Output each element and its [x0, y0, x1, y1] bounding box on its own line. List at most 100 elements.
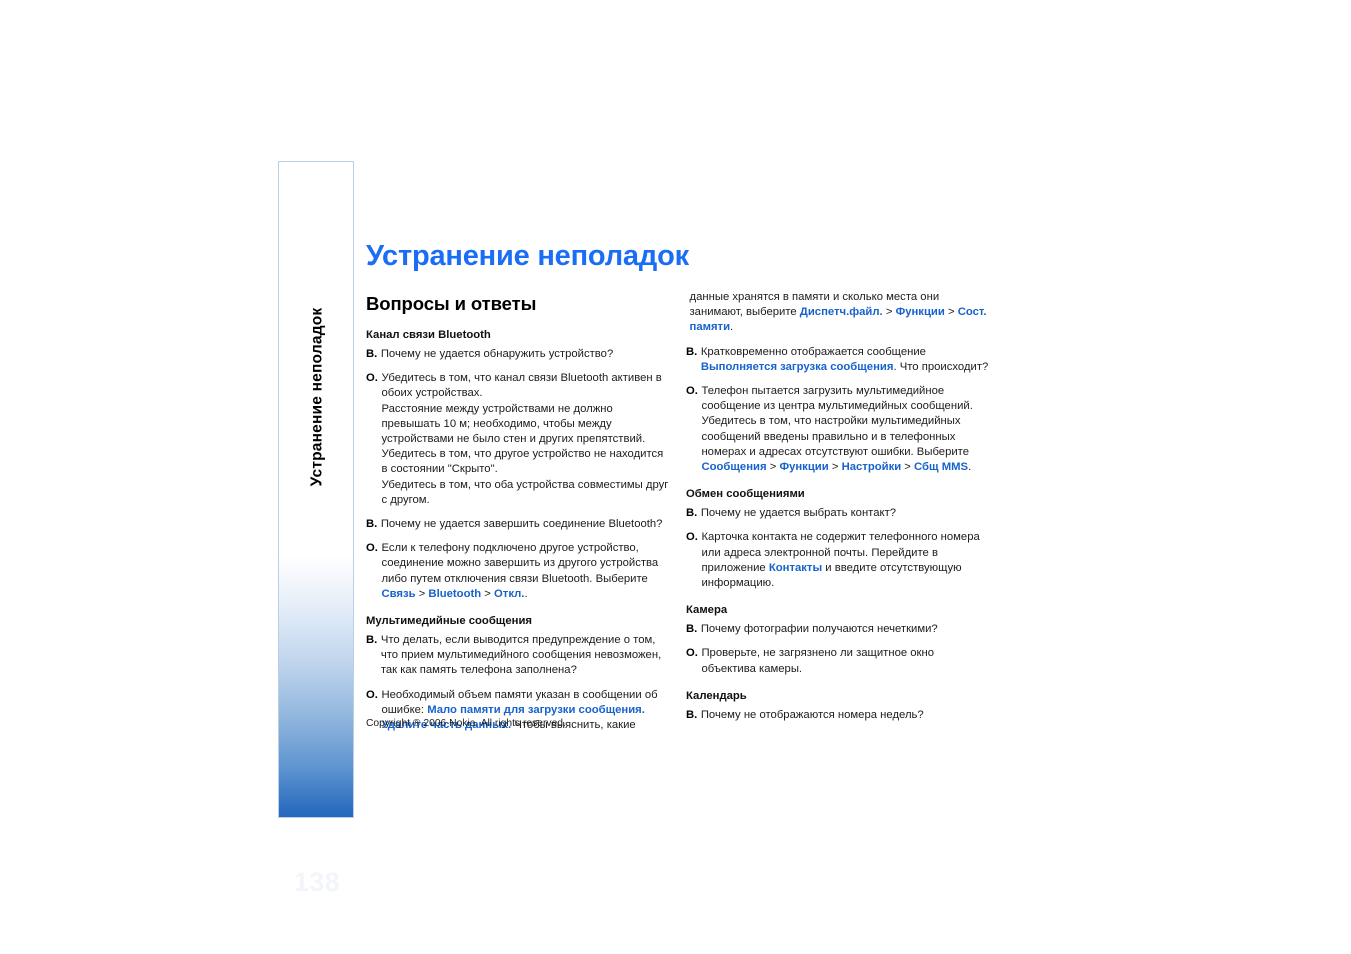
text-run: Почему не отображаются номера недель? — [700, 708, 924, 721]
chapter-tab-label-text: Устранение неполадок — [308, 307, 326, 487]
qa-item: В. Почему не удается завершить соединение… — [366, 517, 671, 532]
right-column-groups: данные хранятся в памяти и сколько места… — [686, 290, 991, 723]
qa-paragraph: Почему не отображаются номера недель? — [701, 708, 991, 723]
qa-paragraph: Убедитесь в том, что другое устройство н… — [381, 447, 671, 477]
qa-marker: О. — [686, 531, 698, 544]
text-run: . — [730, 321, 734, 334]
page-content: Устранение неполадок Вопросы и ответы Ка… — [366, 161, 1006, 821]
chapter-tab: Устранение неполадок 138 — [278, 161, 355, 897]
qa-paragraph: Если к телефону подключено другое устрой… — [381, 541, 671, 602]
qa-paragraph: Телефон пытается загрузить мультимедийно… — [701, 384, 991, 475]
qa-text: данные хранятся в памяти и сколько места… — [690, 290, 992, 336]
text-run: > — [828, 461, 842, 474]
ui-reference-link[interactable]: Откл. — [494, 588, 524, 600]
qa-marker: О. — [366, 542, 378, 555]
qa-text: Карточка контакта не содержит телефонног… — [701, 530, 991, 591]
text-run: . — [968, 461, 972, 474]
qa-paragraph: Что делать, если выводится предупреждени… — [381, 633, 671, 679]
page-number: 138 — [293, 867, 341, 897]
qa-item: В. Почему не отображаются номера недель? — [686, 708, 991, 723]
text-run: Убедитесь в том, что канал связи Bluetoo… — [381, 372, 662, 400]
section-heading: Вопросы и ответы — [366, 293, 537, 314]
text-run: Что делать, если выводится предупреждени… — [380, 634, 662, 677]
text-run: Кратковременно отображается сообщение — [700, 345, 926, 358]
right-column: данные хранятся в памяти и сколько места… — [686, 290, 991, 732]
qa-marker: О. — [366, 372, 378, 385]
qa-item: В. Кратковременно отображается сообщение … — [686, 345, 991, 375]
text-run: > — [481, 587, 495, 600]
qa-paragraph: Кратковременно отображается сообщение Вы… — [701, 345, 991, 375]
qa-paragraph: Убедитесь в том, что канал связи Bluetoo… — [381, 371, 671, 401]
qa-text: Почему не удается обнаружить устройство? — [381, 347, 671, 362]
subsection-heading: Мультимедийные сообщения — [366, 615, 532, 628]
chapter-tab-vertical-label: Устранение неполадок — [279, 162, 355, 632]
qa-item: О. Убедитесь в том, что канал связи Bluet… — [366, 371, 671, 508]
text-run: . Что происходит? — [893, 360, 989, 373]
text-run: Проверьте, не загрязнено ли защитное окн… — [701, 647, 935, 675]
qa-marker: В. — [686, 507, 698, 520]
qa-text: Почему фотографии получаются нечеткими? — [701, 622, 991, 637]
ui-reference-link[interactable]: Функции — [896, 306, 945, 318]
text-run: Почему фотографии получаются нечеткими? — [700, 623, 938, 636]
qa-paragraph: Проверьте, не загрязнено ли защитное окн… — [701, 646, 991, 676]
ui-reference-link[interactable]: Сбщ MMS — [914, 461, 968, 473]
text-run: . — [524, 587, 528, 600]
qa-paragraph: данные хранятся в памяти и сколько места… — [690, 290, 992, 336]
ui-reference-link[interactable]: Сообщения — [701, 461, 766, 473]
ui-reference-link[interactable]: Настройки — [842, 461, 902, 473]
qa-text: Если к телефону подключено другое устрой… — [381, 541, 671, 602]
qa-text: Почему не удается завершить соединение B… — [381, 517, 671, 532]
ui-reference-link[interactable]: Функции — [779, 461, 828, 473]
text-run: Убедитесь в том, что другое устройство н… — [381, 448, 664, 476]
qa-text: Телефон пытается загрузить мультимедийно… — [701, 384, 991, 475]
qa-text: Убедитесь в том, что канал связи Bluetoo… — [381, 371, 671, 508]
qa-text: Проверьте, не загрязнено ли защитное окн… — [701, 646, 991, 676]
qa-item: В. Что делать, если выводится предупрежде… — [366, 633, 671, 679]
qa-paragraph: Убедитесь в том, что оба устройства совм… — [381, 478, 671, 508]
qa-item: В. Почему не удается обнаружить устройств… — [366, 347, 671, 362]
qa-text: Кратковременно отображается сообщение Вы… — [701, 345, 991, 375]
ui-reference-link[interactable]: Выполняется загрузка сообщения — [701, 361, 894, 373]
qa-marker: В. — [686, 345, 698, 358]
qa-text: Почему не отображаются номера недель? — [701, 708, 991, 723]
text-run: Почему не удается выбрать контакт? — [700, 507, 897, 520]
qa-marker: В. — [686, 623, 698, 636]
subsection-heading: Календарь — [686, 689, 747, 702]
ui-reference-link[interactable]: Диспетч.файл. — [800, 306, 883, 318]
text-run: Убедитесь в том, что оба устройства совм… — [381, 478, 669, 506]
qa-item: О. Карточка контакта не содержит телефонн… — [686, 530, 991, 591]
text-run: > — [882, 306, 896, 319]
text-run: > — [901, 461, 915, 474]
text-run: Почему не удается обнаружить устройство? — [380, 348, 614, 360]
qa-item: О. Телефон пытается загрузить мультимедий… — [686, 384, 991, 475]
qa-item: В. Почему фотографии получаются нечеткими… — [686, 622, 991, 637]
qa-marker: В. — [366, 348, 378, 360]
text-run: Телефон пытается загрузить мультимедийно… — [701, 385, 973, 458]
copyright-notice: Copyright ® 2006 Nokia. All rights reser… — [366, 718, 566, 729]
text-run: Если к телефону подключено другое устрой… — [381, 542, 659, 585]
qa-paragraph: Почему не удается обнаружить устройство? — [381, 347, 671, 362]
qa-item: О. Проверьте, не загрязнено ли защитное о… — [686, 646, 991, 676]
qa-paragraph: Почему не удается завершить соединение B… — [381, 517, 671, 532]
subsection-heading: Обмен сообщениями — [686, 488, 805, 501]
left-column: Вопросы и ответы Канал связи Bluetooth В.… — [366, 293, 671, 742]
qa-paragraph: Расстояние между устройствами не должно … — [381, 402, 671, 448]
qa-item: О. Если к телефону подключено другое устр… — [366, 541, 671, 602]
page-title: Устранение неполадок — [366, 240, 689, 272]
subsection-heading: Канал связи Bluetooth — [366, 329, 491, 341]
ui-reference-link[interactable]: Bluetooth — [428, 588, 481, 600]
qa-marker: О. — [686, 385, 698, 398]
ui-reference-link[interactable]: Контакты — [769, 562, 822, 574]
ui-reference-link[interactable]: Связь — [381, 588, 415, 600]
qa-marker: В. — [366, 518, 378, 531]
text-run: > — [766, 461, 780, 474]
qa-item: В. Почему не удается выбрать контакт? — [686, 506, 991, 521]
qa-text: Что делать, если выводится предупреждени… — [381, 633, 671, 679]
qa-paragraph: Почему фотографии получаются нечеткими? — [701, 622, 991, 637]
text-run: Расстояние между устройствами не должно … — [381, 402, 646, 446]
subsection-heading: Камера — [686, 604, 728, 617]
qa-marker: В. — [686, 708, 698, 721]
left-column-groups: Канал связи Bluetooth В. Почему не удается… — [366, 329, 671, 733]
text-run: Почему не удается завершить соединение B… — [380, 518, 663, 531]
text-run: > — [415, 587, 429, 600]
